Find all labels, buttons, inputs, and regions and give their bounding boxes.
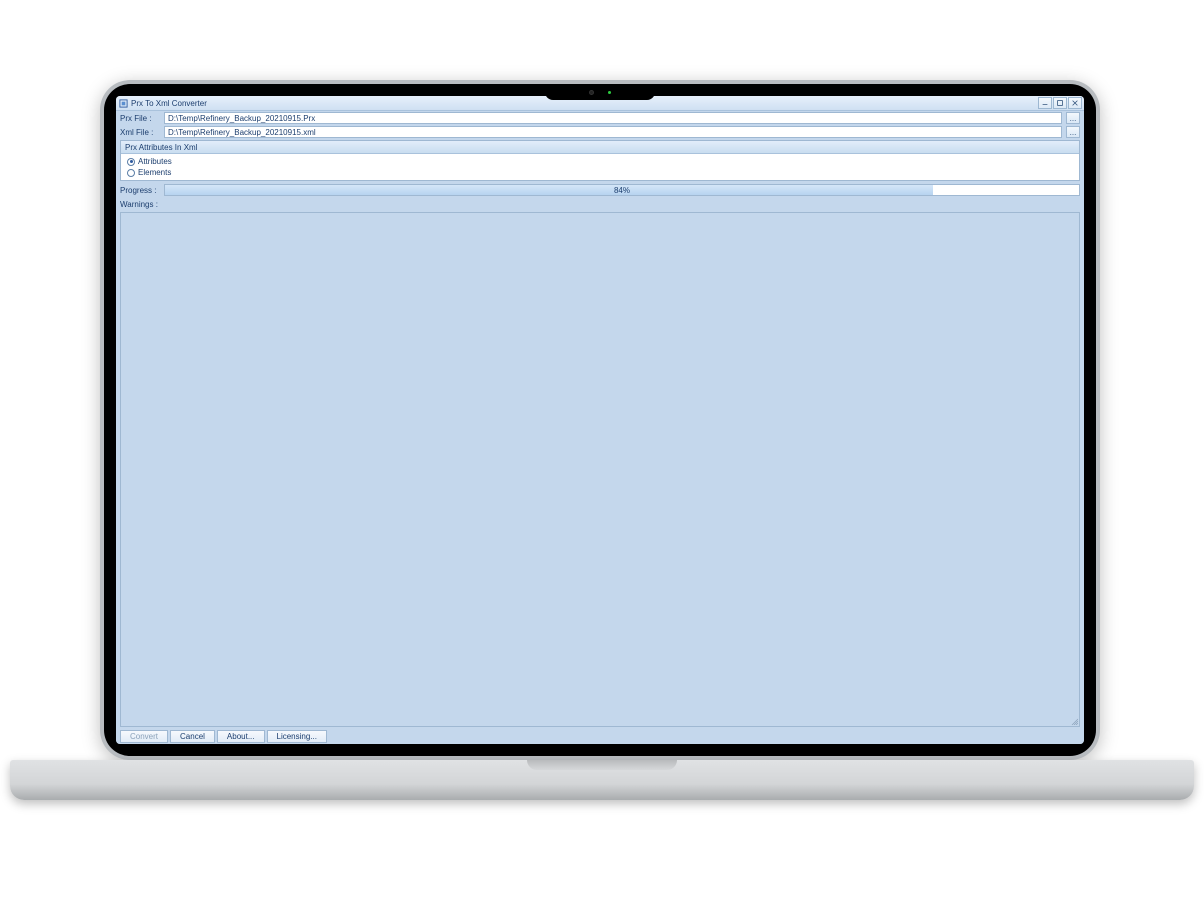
progress-row: Progress : 84% [116,182,1084,198]
xml-file-row: Xml File : ... [116,125,1084,139]
radio-elements-label: Elements [138,168,171,177]
minimize-button[interactable] [1038,97,1052,109]
window-title: Prx To Xml Converter [131,99,207,108]
laptop-hinge-notch [527,760,677,770]
footer-bar: Convert Cancel About... Licensing... [116,728,1084,744]
convert-button[interactable]: Convert [120,730,168,743]
camera-led-icon [608,91,611,94]
radio-attributes[interactable] [127,158,135,166]
attributes-group: Prx Attributes In Xml Attributes Element… [120,140,1080,181]
licensing-button[interactable]: Licensing... [267,730,327,743]
display-notch [545,84,655,100]
progress-text: 84% [165,185,1079,195]
laptop-base [10,760,1194,800]
resize-grip-icon[interactable] [1070,717,1078,725]
warnings-textarea[interactable] [121,213,1079,726]
laptop-frame: Prx To Xml Converter Prx File : ... [100,80,1100,760]
app-icon [118,98,128,108]
warnings-label: Warnings : [116,198,1084,211]
xml-browse-button[interactable]: ... [1066,126,1080,138]
attributes-group-body: Attributes Elements [121,154,1079,180]
prx-browse-button[interactable]: ... [1066,112,1080,124]
maximize-button[interactable] [1053,97,1067,109]
progress-bar: 84% [164,184,1080,196]
warnings-panel [120,212,1080,727]
radio-elements-row[interactable]: Elements [127,167,1073,178]
window-controls [1038,97,1082,109]
prx-file-row: Prx File : ... [116,111,1084,125]
close-button[interactable] [1068,97,1082,109]
cancel-button[interactable]: Cancel [170,730,215,743]
xml-file-label: Xml File : [120,128,160,137]
prx-file-label: Prx File : [120,114,160,123]
xml-file-input[interactable] [164,126,1062,138]
radio-attributes-label: Attributes [138,157,172,166]
app-window: Prx To Xml Converter Prx File : ... [116,96,1084,744]
camera-dot-icon [589,90,594,95]
attributes-group-title: Prx Attributes In Xml [121,141,1079,154]
radio-elements[interactable] [127,169,135,177]
screen-bezel: Prx To Xml Converter Prx File : ... [104,84,1096,756]
progress-label: Progress : [120,186,160,195]
prx-file-input[interactable] [164,112,1062,124]
about-button[interactable]: About... [217,730,265,743]
radio-attributes-row[interactable]: Attributes [127,156,1073,167]
